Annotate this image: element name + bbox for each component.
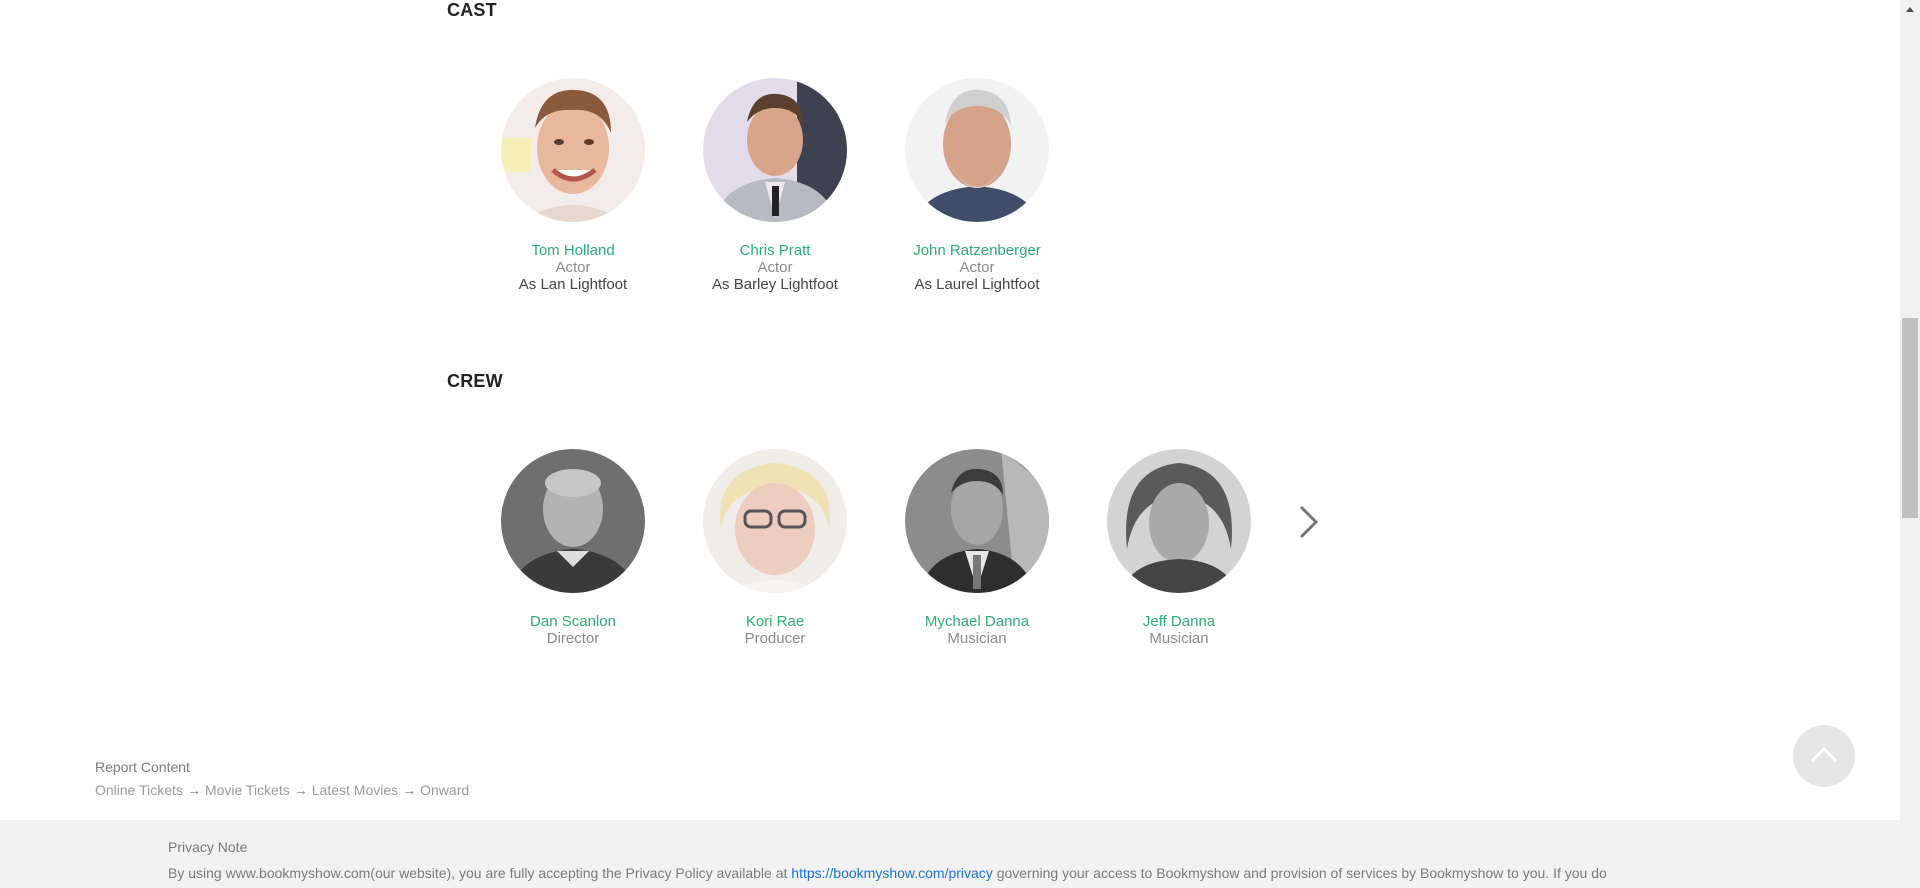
person-name[interactable]: Jeff Danna xyxy=(1079,613,1279,630)
privacy-text-before: By using www.bookmyshow.com(our website)… xyxy=(168,865,792,881)
person-role: Musician xyxy=(1149,630,1209,647)
person-role: Musician xyxy=(947,630,1007,647)
avatar[interactable] xyxy=(703,449,847,593)
dan-scanlon-photo xyxy=(501,449,645,593)
scrollbar-thumb[interactable] xyxy=(1902,318,1918,518)
back-to-top-button[interactable] xyxy=(1793,725,1855,787)
person-role: Actor xyxy=(959,259,995,276)
avatar[interactable] xyxy=(501,78,645,222)
cast-card[interactable]: John Ratzenberger Actor As Laurel Lightf… xyxy=(877,78,1077,293)
privacy-note: Privacy Note By using www.bookmyshow.com… xyxy=(0,820,1900,888)
avatar[interactable] xyxy=(905,449,1049,593)
privacy-text: By using www.bookmyshow.com(our website)… xyxy=(168,863,1728,883)
scroll-up-button[interactable] xyxy=(1900,0,1920,20)
cast-card[interactable]: Chris Pratt Actor As Barley Lightfoot xyxy=(675,78,875,293)
person-role: Actor xyxy=(757,259,793,276)
mychael-danna-photo xyxy=(905,449,1049,593)
breadcrumb-latest-movies[interactable]: Latest Movies xyxy=(312,782,398,798)
crew-heading: CREW xyxy=(447,371,503,391)
chris-pratt-photo xyxy=(703,78,847,222)
person-role: Actor xyxy=(555,259,591,276)
person-name[interactable]: Mychael Danna xyxy=(877,613,1077,630)
chevron-up-icon[interactable] xyxy=(1793,725,1855,787)
cast-heading: CAST xyxy=(447,0,497,20)
avatar[interactable] xyxy=(703,78,847,222)
scroll-up-arrow-icon[interactable] xyxy=(1900,0,1920,20)
crew-card[interactable]: Kori Rae Producer xyxy=(675,449,875,647)
breadcrumb-separator: → xyxy=(293,782,308,798)
person-character: As Lan Lightfoot xyxy=(518,276,628,293)
breadcrumb: Online Tickets → Movie Tickets → Latest Movi… xyxy=(95,782,469,798)
person-character: As Barley Lightfoot xyxy=(712,276,838,293)
avatar[interactable] xyxy=(1107,449,1251,593)
person-name[interactable]: Chris Pratt xyxy=(675,242,875,259)
crew-card[interactable]: Jeff Danna Musician xyxy=(1079,449,1279,647)
privacy-title: Privacy Note xyxy=(168,839,248,855)
jeff-danna-photo xyxy=(1107,449,1251,593)
vertical-scrollbar[interactable] xyxy=(1900,0,1920,888)
page: CAST Tom Holland Actor As Lan Lightfoot xyxy=(0,0,1900,888)
crew-card[interactable]: Mychael Danna Musician xyxy=(877,449,1077,647)
breadcrumb-online-tickets[interactable]: Online Tickets xyxy=(95,782,183,798)
person-role: Director xyxy=(546,630,600,647)
person-name[interactable]: John Ratzenberger xyxy=(877,242,1077,259)
breadcrumb-separator: → xyxy=(186,782,201,798)
breadcrumb-movie-tickets[interactable]: Movie Tickets xyxy=(205,782,290,798)
john-ratzenberger-photo xyxy=(905,78,1049,222)
person-role: Producer xyxy=(744,630,806,647)
person-name[interactable]: Kori Rae xyxy=(675,613,875,630)
avatar[interactable] xyxy=(501,449,645,593)
cast-card[interactable]: Tom Holland Actor As Lan Lightfoot xyxy=(473,78,673,293)
kori-rae-photo xyxy=(703,449,847,593)
privacy-policy-link[interactable]: https://bookmyshow.com/privacy xyxy=(791,865,993,881)
person-name[interactable]: Tom Holland xyxy=(473,242,673,259)
chevron-right-icon[interactable] xyxy=(1296,504,1322,540)
crew-card[interactable]: Dan Scanlon Director xyxy=(473,449,673,647)
privacy-text-after: governing your access to Bookmyshow and … xyxy=(992,865,1607,881)
carousel-next-button[interactable] xyxy=(1296,504,1322,540)
person-character: As Laurel Lightfoot xyxy=(914,276,1040,293)
breadcrumb-separator: → xyxy=(402,782,417,798)
person-name[interactable]: Dan Scanlon xyxy=(473,613,673,630)
breadcrumb-onward[interactable]: Onward xyxy=(420,782,469,798)
tom-holland-photo xyxy=(501,78,645,222)
avatar[interactable] xyxy=(905,78,1049,222)
report-content-link[interactable]: Report Content xyxy=(95,759,190,775)
